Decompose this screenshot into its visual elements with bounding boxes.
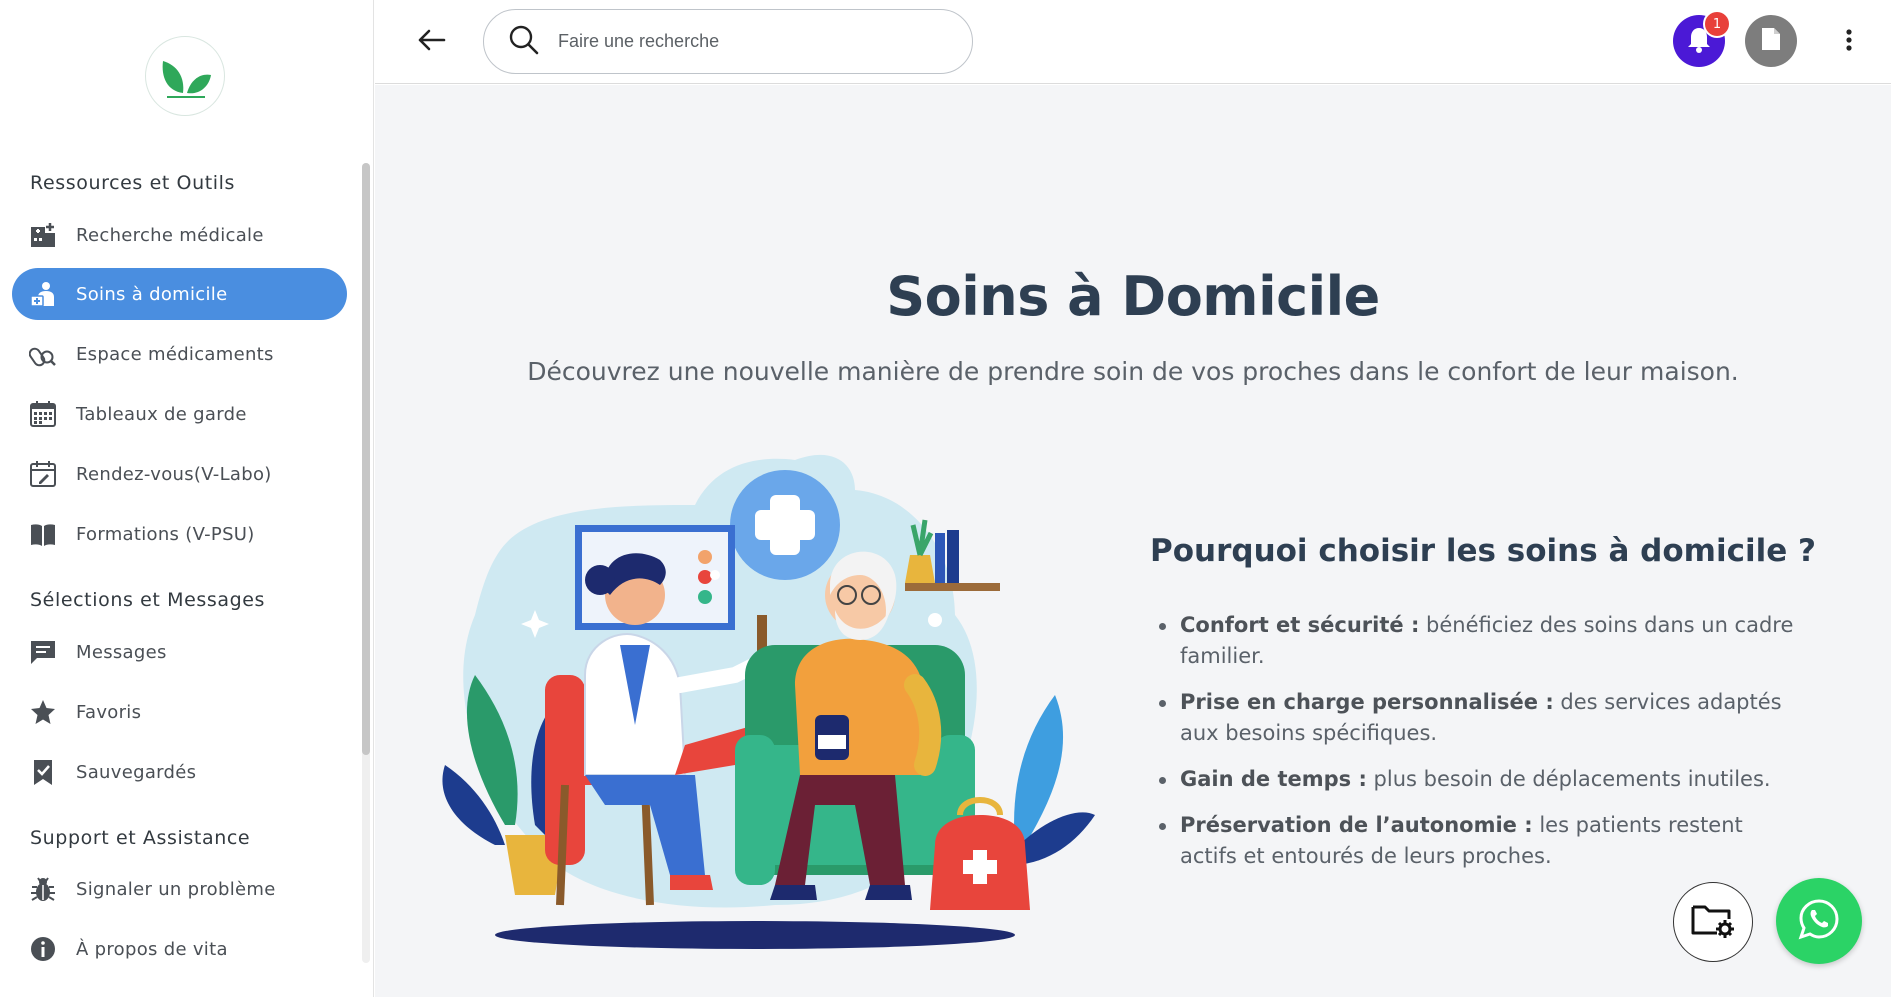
more-options-button[interactable] xyxy=(1835,22,1863,62)
sidebar: Ressources et Outils Recherche médicale … xyxy=(0,0,374,997)
sidebar-item-label: Recherche médicale xyxy=(76,224,264,246)
bookmark-check-icon xyxy=(28,757,58,787)
sidebar-item-sauvegardes[interactable]: Sauvegardés xyxy=(12,746,347,798)
why-title: Pourquoi choisir les soins à domicile ? xyxy=(1150,533,1817,569)
sidebar-item-favoris[interactable]: Favoris xyxy=(12,686,347,738)
benefit-label: Confort et sécurité : xyxy=(1180,613,1420,637)
folder-settings-icon xyxy=(1691,901,1735,943)
message-icon xyxy=(28,637,58,667)
sidebar-item-espace-medicaments[interactable]: Espace médicaments xyxy=(12,328,347,380)
sidebar-item-label: Messages xyxy=(76,641,167,663)
sidebar-item-soins-a-domicile[interactable]: Soins à domicile xyxy=(12,268,347,320)
calendar-grid-icon xyxy=(28,399,58,429)
benefits-list: Confort et sécurité : bénéficiez des soi… xyxy=(1159,610,1805,887)
hospital-icon xyxy=(28,220,58,250)
section-title-selections: Sélections et Messages xyxy=(30,589,266,611)
sidebar-item-messages[interactable]: Messages xyxy=(12,626,347,678)
sidebar-item-label: Tableaux de garde xyxy=(76,403,247,425)
search-icon xyxy=(508,24,540,60)
more-vertical-icon xyxy=(1845,28,1853,56)
section-title-resources: Ressources et Outils xyxy=(30,172,236,194)
vita-logo[interactable] xyxy=(145,36,225,116)
back-button[interactable] xyxy=(411,22,451,62)
page-title: Soins à Domicile xyxy=(886,265,1380,328)
book-icon xyxy=(28,519,58,549)
topbar: 1 xyxy=(375,0,1891,84)
sidebar-item-label: À propos de vita xyxy=(76,938,228,960)
benefit-label: Prise en charge personnalisée : xyxy=(1180,690,1554,714)
sidebar-item-recherche-medicale[interactable]: Recherche médicale xyxy=(12,209,347,261)
search-bar[interactable] xyxy=(483,9,973,74)
sidebar-item-a-propos[interactable]: À propos de vita xyxy=(12,923,347,975)
list-item: Confort et sécurité : bénéficiez des soi… xyxy=(1159,610,1805,672)
star-icon xyxy=(28,697,58,727)
notification-badge: 1 xyxy=(1703,10,1731,38)
sidebar-item-label: Formations (V-PSU) xyxy=(76,523,255,545)
home-care-illustration xyxy=(435,445,1115,955)
benefit-text: plus besoin de déplacements inutiles. xyxy=(1366,767,1771,791)
folder-settings-button[interactable] xyxy=(1673,882,1753,962)
bug-icon xyxy=(28,874,58,904)
list-item: Préservation de l’autonomie : les patien… xyxy=(1159,810,1805,872)
list-item: Gain de temps : plus besoin de déplaceme… xyxy=(1159,764,1805,795)
sidebar-scrollbar[interactable] xyxy=(362,163,370,755)
search-input[interactable] xyxy=(558,31,938,52)
sidebar-item-tableaux-de-garde[interactable]: Tableaux de garde xyxy=(12,388,347,440)
sidebar-item-label: Rendez-vous(V-Labo) xyxy=(76,463,272,485)
benefit-label: Préservation de l’autonomie : xyxy=(1180,813,1533,837)
list-item: Prise en charge personnalisée : des serv… xyxy=(1159,687,1805,749)
whatsapp-button[interactable] xyxy=(1776,878,1862,964)
main-content: Soins à Domicile Découvrez une nouvelle … xyxy=(375,85,1891,997)
sidebar-item-label: Favoris xyxy=(76,701,142,723)
home-care-icon xyxy=(28,279,58,309)
sidebar-item-signaler-probleme[interactable]: Signaler un problème xyxy=(12,863,347,915)
sidebar-item-label: Sauvegardés xyxy=(76,761,197,783)
sidebar-item-label: Soins à domicile xyxy=(76,283,228,305)
document-icon xyxy=(1760,26,1782,56)
calendar-edit-icon xyxy=(28,459,58,489)
sidebar-item-rendez-vous[interactable]: Rendez-vous(V-Labo) xyxy=(12,448,347,500)
whatsapp-icon xyxy=(1797,897,1841,945)
page-subtitle: Découvrez une nouvelle manière de prendr… xyxy=(527,357,1739,386)
sidebar-item-label: Signaler un problème xyxy=(76,878,276,900)
sidebar-item-formations[interactable]: Formations (V-PSU) xyxy=(12,508,347,560)
arrow-left-icon xyxy=(416,28,446,56)
section-title-support: Support et Assistance xyxy=(30,827,251,849)
medication-search-icon xyxy=(28,339,58,369)
benefit-label: Gain de temps : xyxy=(1180,767,1367,791)
info-icon xyxy=(28,934,58,964)
sidebar-item-label: Espace médicaments xyxy=(76,343,274,365)
documents-button[interactable] xyxy=(1745,15,1797,67)
